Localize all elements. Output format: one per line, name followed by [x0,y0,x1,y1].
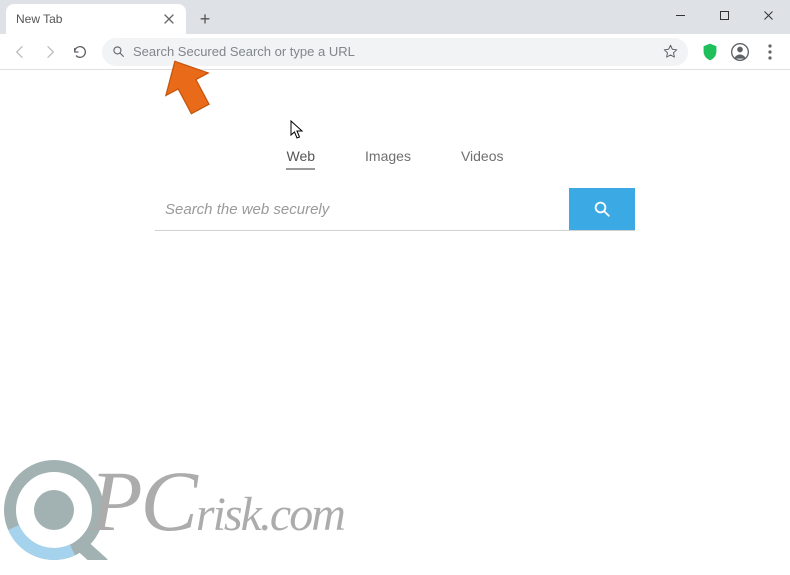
search-input[interactable] [155,188,569,230]
search-icon [112,45,125,58]
browser-toolbar [0,34,790,70]
reload-button[interactable] [66,38,94,66]
tab-web[interactable]: Web [286,148,315,170]
forward-button[interactable] [36,38,64,66]
shield-extension-icon[interactable] [696,38,724,66]
profile-button[interactable] [726,38,754,66]
search-category-nav: Web Images Videos [0,70,790,170]
tab-title: New Tab [16,12,162,26]
tab-videos[interactable]: Videos [461,148,504,170]
tab-bar: New Tab + [0,0,790,34]
close-tab-icon[interactable] [162,12,176,26]
new-tab-button[interactable]: + [192,6,218,32]
bookmark-star-icon[interactable] [663,44,678,59]
maximize-button[interactable] [702,0,746,30]
page-content: Web Images Videos [0,70,790,575]
window-controls [658,0,790,30]
browser-tab[interactable]: New Tab [6,4,186,34]
minimize-button[interactable] [658,0,702,30]
omnibox-input[interactable] [133,44,655,59]
search-box-container [155,188,635,231]
kebab-menu-icon[interactable] [756,38,784,66]
close-window-button[interactable] [746,0,790,30]
back-button[interactable] [6,38,34,66]
tab-images[interactable]: Images [365,148,411,170]
search-button[interactable] [569,188,635,230]
omnibox[interactable] [102,38,688,66]
